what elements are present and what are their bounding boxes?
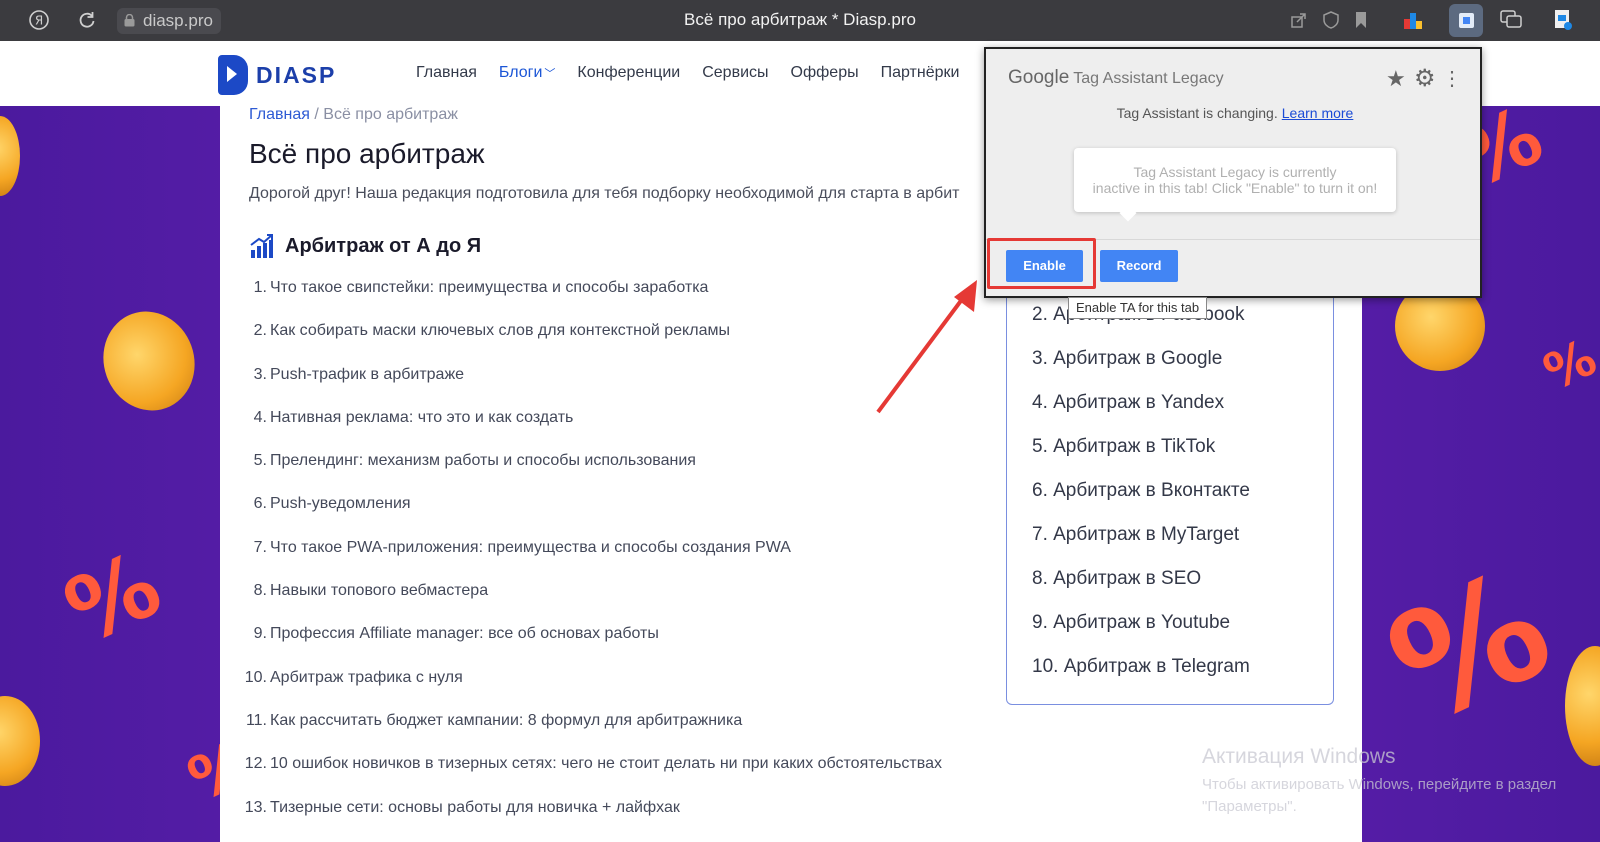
article-link[interactable]: 2. Как собирать маски ключевых слов для к… bbox=[220, 322, 980, 365]
article-link[interactable]: 6. Push-уведомления bbox=[220, 495, 980, 538]
chevron-down-icon: ﹀ bbox=[544, 68, 556, 80]
nav-item-partners[interactable]: Партнёрки bbox=[881, 64, 960, 82]
nav-item-home[interactable]: Главная bbox=[416, 64, 477, 82]
article-list: 1. Что такое свипстейки: преимущества и с… bbox=[220, 279, 980, 842]
google-wordmark: Google bbox=[1008, 67, 1070, 88]
sidebar-item-yandex[interactable]: 4. Арбитраж в Yandex bbox=[1032, 388, 1250, 432]
coin-decoration bbox=[0, 116, 20, 196]
article-link[interactable]: 7. Что такое PWA-приложения: преимущества… bbox=[220, 539, 980, 582]
section-title: Арбитраж от А до Я bbox=[285, 234, 482, 257]
changing-notice: Tag Assistant is changing. Learn more bbox=[1116, 105, 1354, 121]
article-link[interactable]: 8. Навыки топового вебмастера bbox=[220, 582, 980, 625]
article-link[interactable]: 13. Тизерные сети: основы работы для нови… bbox=[220, 799, 980, 842]
logo-mark-icon bbox=[218, 55, 248, 95]
popup-header: Google Tag Assistant Legacy bbox=[1008, 67, 1224, 89]
breadcrumb-home-link[interactable]: Главная bbox=[249, 106, 310, 123]
coin-decoration bbox=[0, 696, 40, 786]
percent-decoration: % bbox=[50, 531, 177, 666]
section-heading: Арбитраж от А до Я bbox=[249, 233, 481, 259]
article-link[interactable]: 5. Прелендинг: механизм работы и способы … bbox=[220, 452, 980, 495]
article-link[interactable]: 10. Арбитраж трафика с нуля bbox=[220, 669, 980, 712]
download-icon[interactable] bbox=[1552, 9, 1574, 31]
article-link[interactable]: 3. Push-трафик в арбитраже bbox=[220, 366, 980, 409]
site-logo[interactable]: DIASP bbox=[218, 55, 336, 95]
chart-icon bbox=[250, 234, 273, 258]
sidebar-item-google[interactable]: 3. Арбитраж в Google bbox=[1032, 344, 1250, 388]
breadcrumb-separator: / bbox=[314, 106, 319, 123]
breadcrumb: Главная / Всё про арбитраж bbox=[249, 106, 458, 124]
coin-decoration bbox=[1565, 646, 1600, 766]
main-nav: Главная Блоги ﹀ Конференции Сервисы Оффер… bbox=[416, 64, 959, 82]
star-icon[interactable]: ★ bbox=[1386, 66, 1406, 92]
percent-decoration: % bbox=[1365, 537, 1576, 759]
sidebar-list: 2. Арбитраж в Facebook 3. Арбитраж в Goo… bbox=[1032, 300, 1250, 696]
sidebar-item-vkontakte[interactable]: 6. Арбитраж в Вконтакте bbox=[1032, 476, 1250, 520]
percent-decoration: % bbox=[1535, 328, 1600, 402]
breadcrumb-current: Всё про арбитраж bbox=[323, 106, 458, 123]
tag-assistant-extension-button[interactable] bbox=[1449, 4, 1483, 37]
record-button[interactable]: Record bbox=[1100, 250, 1178, 282]
annotation-highlight bbox=[987, 238, 1096, 289]
inactive-notice: Tag Assistant Legacy is currently inacti… bbox=[1074, 148, 1396, 212]
article-link[interactable]: 9. Профессия Affiliate manager: все об ос… bbox=[220, 625, 980, 668]
page-title: Всё про арбитраж bbox=[249, 138, 485, 169]
logo-text: DIASP bbox=[256, 61, 337, 88]
enable-tooltip: Enable TA for this tab bbox=[1068, 297, 1208, 319]
nav-item-conferences[interactable]: Конференции bbox=[577, 64, 680, 82]
nav-item-services[interactable]: Сервисы bbox=[702, 64, 768, 82]
intro-text: Дорогой друг! Наша редакция подготовила … bbox=[249, 185, 960, 202]
windows-activation-text: Чтобы активировать Windows, перейдите в … bbox=[1202, 776, 1557, 815]
sidebar-item-tiktok[interactable]: 5. Арбитраж в TikTok bbox=[1032, 432, 1250, 476]
article-link[interactable]: 11. Как рассчитать бюджет кампании: 8 фор… bbox=[220, 712, 980, 755]
sidebar-item-mytarget[interactable]: 7. Арбитраж в MyTarget bbox=[1032, 520, 1250, 564]
bookmark-icon[interactable] bbox=[1350, 9, 1372, 31]
chat-icon[interactable] bbox=[1500, 9, 1522, 31]
gear-icon[interactable]: ⚙ bbox=[1414, 64, 1436, 93]
annotation-arrow bbox=[876, 280, 977, 414]
more-vertical-icon[interactable]: ⋮ bbox=[1442, 66, 1462, 91]
article-link[interactable]: 1. Что такое свипстейки: преимущества и с… bbox=[220, 279, 980, 322]
nav-item-offers[interactable]: Офферы bbox=[791, 64, 859, 82]
share-icon[interactable] bbox=[1288, 9, 1310, 31]
windows-activation-title: Активация Windows bbox=[1202, 745, 1396, 768]
sidebar-item-youtube[interactable]: 9. Арбитраж в Youtube bbox=[1032, 608, 1250, 652]
extension-name: Tag Assistant Legacy bbox=[1073, 70, 1224, 87]
tag-assistant-icon bbox=[1459, 13, 1474, 28]
learn-more-link[interactable]: Learn more bbox=[1282, 105, 1354, 121]
nav-item-blogs[interactable]: Блоги ﹀ bbox=[499, 64, 556, 82]
protect-icon[interactable] bbox=[1320, 9, 1342, 31]
extension-blocks-icon[interactable] bbox=[1402, 9, 1424, 31]
article-link[interactable]: 4. Нативная реклама: что это и как создат… bbox=[220, 409, 980, 452]
browser-toolbar: Я diasp.pro Всё про арбитраж * Diasp.pro bbox=[0, 0, 1600, 41]
sidebar-item-telegram[interactable]: 10. Арбитраж в Telegram bbox=[1032, 652, 1250, 696]
article-link[interactable]: 12. 10 ошибок новичков в тизерных сетях: … bbox=[220, 755, 980, 798]
sidebar-item-seo[interactable]: 8. Арбитраж в SEO bbox=[1032, 564, 1250, 608]
coin-decoration bbox=[89, 298, 209, 424]
